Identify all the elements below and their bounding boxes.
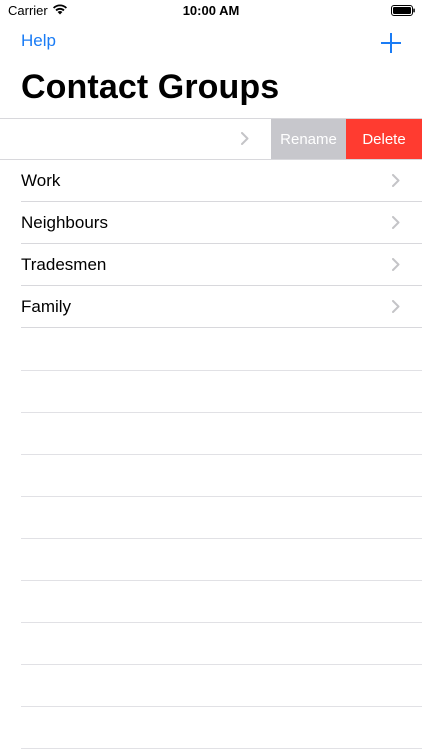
chevron-right-icon (392, 216, 400, 229)
chevron-right-icon (392, 174, 400, 187)
empty-separator (21, 706, 422, 707)
empty-separator (21, 748, 422, 749)
status-bar: Carrier 10:00 AM (0, 0, 422, 22)
group-label: Work (21, 171, 61, 190)
group-label: Tradesmen (21, 255, 107, 274)
groups-table: Rename Delete Work Neighbours Tradesmen (0, 118, 422, 328)
group-label: Family (21, 297, 72, 316)
empty-separator (21, 496, 422, 497)
empty-separator (21, 622, 422, 623)
group-row-neighbours[interactable]: Neighbours (0, 202, 422, 244)
empty-separator (21, 454, 422, 455)
group-label: Neighbours (21, 213, 108, 232)
chevron-right-icon (392, 258, 400, 271)
swiped-group-row[interactable]: Rename Delete (0, 118, 422, 160)
page-title: Contact Groups (21, 68, 280, 106)
help-button[interactable]: Help (21, 31, 56, 51)
row-separator (21, 327, 422, 328)
contact-groups-screen: Carrier 10:00 AM Help Contact Groups Ren… (0, 0, 422, 750)
empty-separator (21, 664, 422, 665)
rename-button[interactable]: Rename (271, 119, 346, 160)
empty-separator (21, 370, 422, 371)
group-row-family[interactable]: Family (0, 286, 422, 328)
empty-separator (21, 412, 422, 413)
group-row-work[interactable]: Work (0, 160, 422, 202)
chevron-right-icon (392, 300, 400, 313)
empty-separator (21, 580, 422, 581)
chevron-right-icon (241, 132, 249, 145)
status-time: 10:00 AM (182, 3, 240, 18)
delete-button[interactable]: Delete (346, 119, 422, 160)
empty-separator (21, 538, 422, 539)
plus-icon[interactable] (380, 32, 402, 54)
battery-icon (391, 5, 415, 16)
group-row-tradesmen[interactable]: Tradesmen (0, 244, 422, 286)
